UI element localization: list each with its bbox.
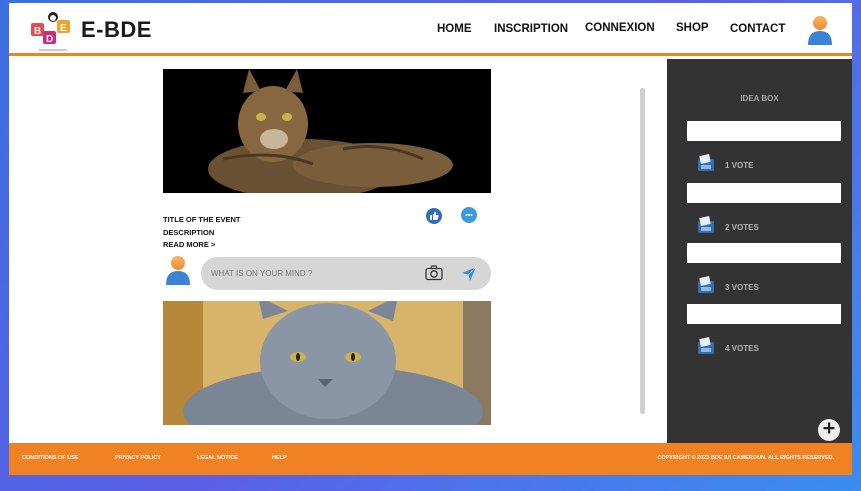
footer-link-help[interactable]: HELP: [272, 455, 287, 461]
brand-name[interactable]: E-BDE: [81, 17, 152, 43]
vote-button[interactable]: 4 VOTES: [697, 337, 759, 360]
nav-home[interactable]: HOME: [437, 23, 472, 35]
idea-card[interactable]: [687, 121, 841, 141]
feed: TITLE OF THE EVENT DESCRIPTION READ MORE…: [9, 59, 667, 443]
event-description: DESCRIPTION: [163, 228, 215, 237]
svg-text:B: B: [34, 26, 41, 37]
event-image-2[interactable]: [163, 301, 491, 425]
feed-scrollbar[interactable]: [640, 88, 645, 414]
ballot-box-icon: [697, 216, 715, 239]
user-avatar-icon[interactable]: [806, 14, 834, 46]
vote-button[interactable]: 3 VOTES: [697, 276, 759, 299]
svg-text:D: D: [46, 34, 53, 45]
camera-icon[interactable]: [425, 265, 443, 286]
idea-box: IDEA BOX 1 VOTE 2 VOTES 3 VOTES 4 VOTES: [667, 59, 852, 443]
like-icon[interactable]: [426, 208, 442, 224]
nav-inscription[interactable]: INSCRIPTION: [494, 23, 568, 35]
event-image[interactable]: [163, 69, 491, 193]
vote-button[interactable]: 1 VOTE: [697, 154, 753, 177]
add-idea-button[interactable]: [818, 419, 840, 441]
idea-card[interactable]: [687, 304, 841, 324]
nav-contact[interactable]: CONTACT: [730, 23, 785, 35]
comment-avatar-icon: [164, 254, 192, 286]
footer-link-conditions[interactable]: CONDITIONS OF USE: [22, 455, 79, 461]
page-frame: B D E E-BDE HOME INSCRIPTION CONNEXION S…: [9, 3, 852, 475]
footer-link-legal[interactable]: LEGAL NOTICE: [197, 455, 238, 461]
ballot-box-icon: [697, 154, 715, 177]
vote-button[interactable]: 2 VOTES: [697, 216, 759, 239]
ballot-box-icon: [697, 337, 715, 360]
svg-text:E: E: [60, 23, 67, 34]
ballot-box-icon: [697, 276, 715, 299]
footer: CONDITIONS OF USE PRIVACY POLICY LEGAL N…: [9, 443, 852, 475]
idea-box-title: IDEA BOX: [740, 94, 779, 103]
comment-box: [201, 257, 491, 290]
footer-link-privacy[interactable]: PRIVACY POLICY: [115, 455, 161, 461]
idea-card[interactable]: [687, 243, 841, 263]
vote-count: 3 VOTES: [725, 283, 759, 292]
chat-icon[interactable]: [461, 207, 477, 223]
vote-count: 4 VOTES: [725, 344, 759, 353]
nav-shop[interactable]: SHOP: [676, 22, 709, 34]
event-title: TITLE OF THE EVENT: [163, 215, 241, 224]
copyright-text: COPYRIGHT © 2023 BDE IUI CAMEROUN. ALL R…: [657, 455, 834, 461]
logo[interactable]: B D E: [29, 11, 77, 55]
comment-input[interactable]: [211, 257, 411, 290]
nav-connexion[interactable]: CONNEXION: [585, 22, 655, 34]
send-icon[interactable]: [461, 266, 477, 287]
idea-card[interactable]: [687, 183, 841, 203]
vote-count: 1 VOTE: [725, 161, 754, 170]
plus-icon: [823, 421, 835, 439]
vote-count: 2 VOTES: [725, 223, 759, 232]
read-more-link[interactable]: READ MORE >: [163, 240, 215, 249]
header: B D E E-BDE HOME INSCRIPTION CONNEXION S…: [9, 3, 852, 56]
